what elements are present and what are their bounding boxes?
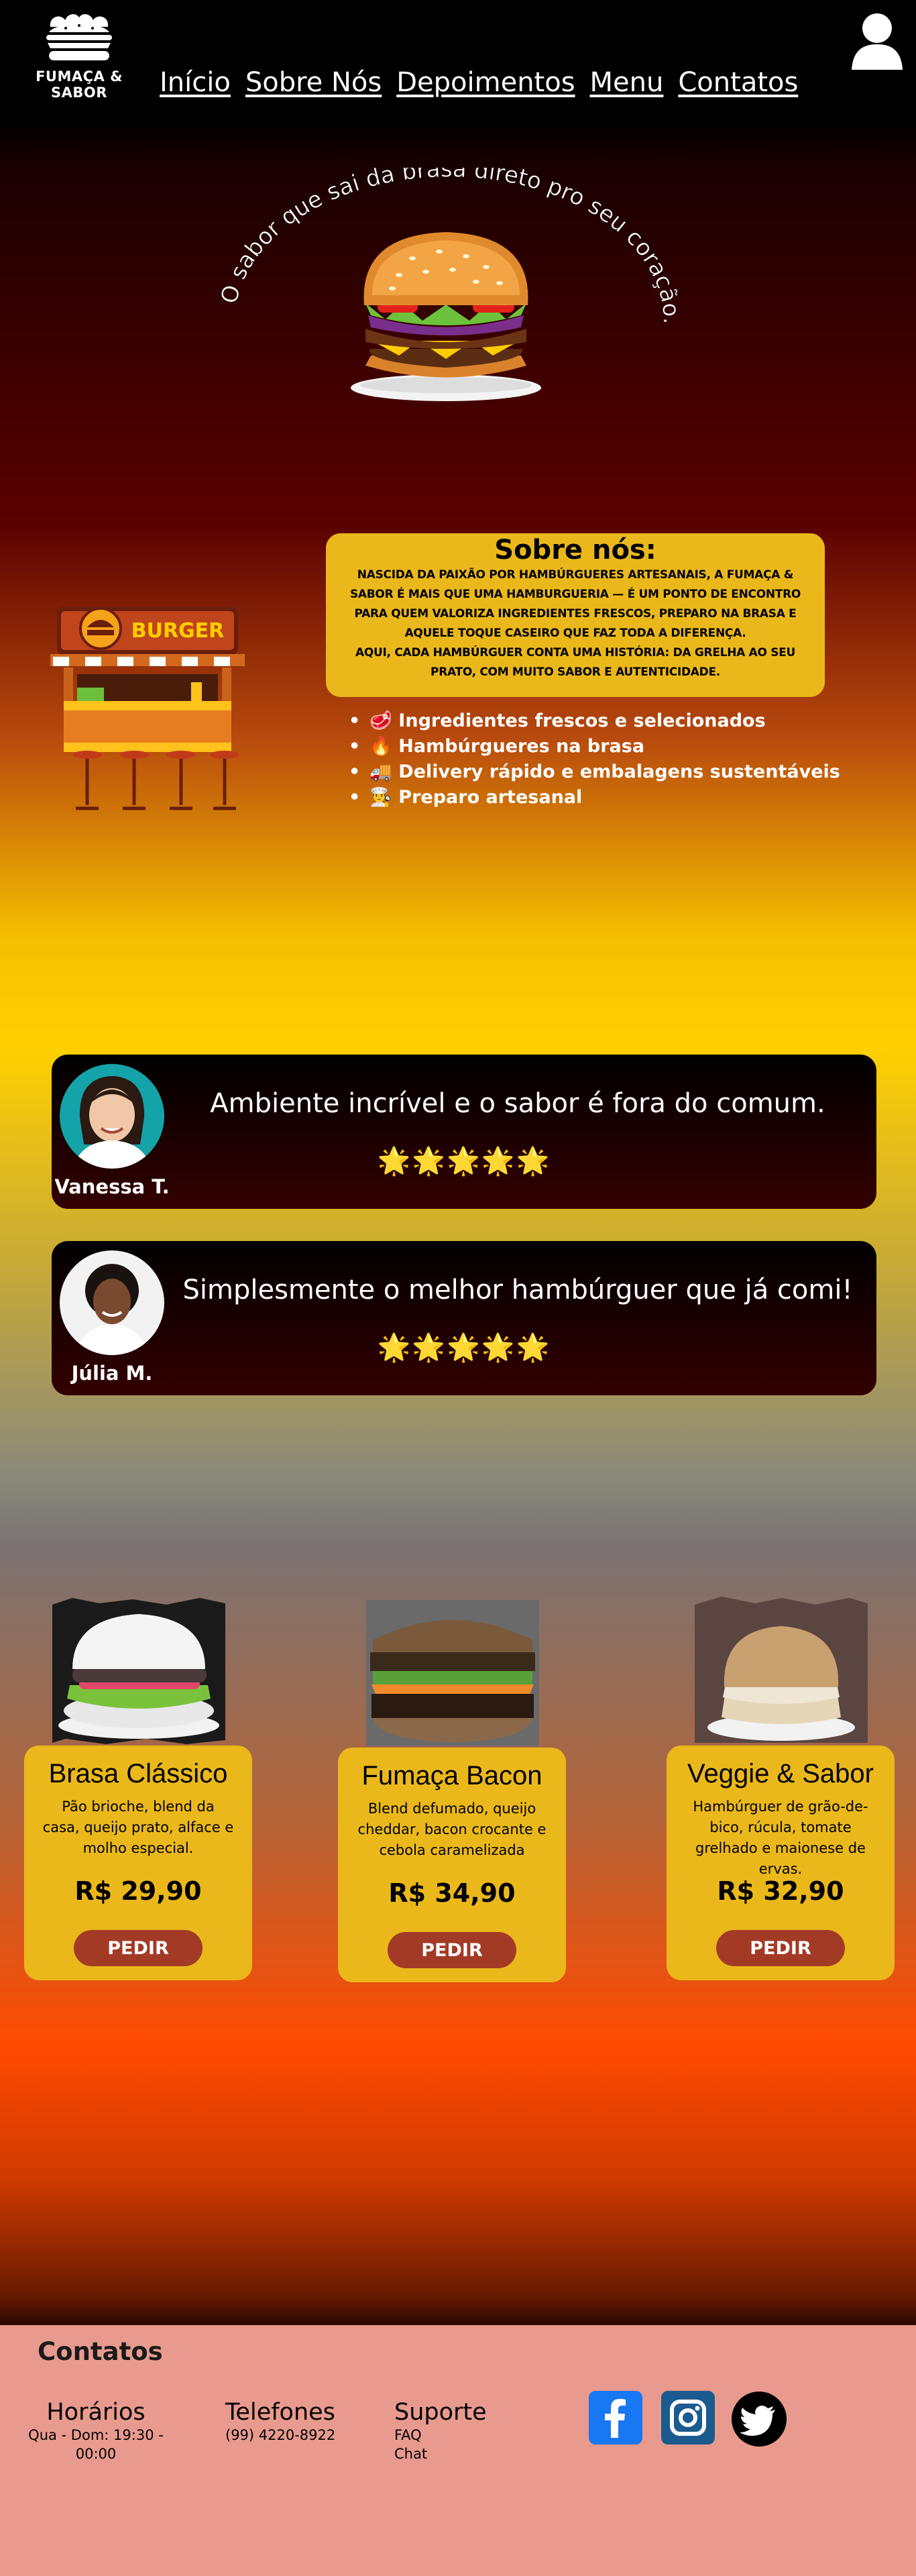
facebook-icon[interactable] — [589, 2391, 642, 2445]
feature-item: 🔥 Hambúrgueres na brasa — [349, 734, 840, 759]
menu-card: Fumaça Bacon Blend defumado, queijo ched… — [338, 1748, 566, 1982]
chat-link[interactable]: Chat — [394, 2445, 487, 2463]
faq-link[interactable]: FAQ — [394, 2426, 487, 2445]
about-paragraph: NASCIDA DA PAIXÃO POR HAMBÚRGUERES ARTES… — [349, 568, 801, 640]
hours-column: Horários Qua - Dom: 19:30 - 00:00 — [19, 2399, 173, 2463]
testimonial-card: Júlia M. Simplesmente o melhor hambúrgue… — [52, 1241, 876, 1395]
hero-section: O sabor que sai da brasa direto pro seu … — [208, 168, 677, 409]
menu-card: Veggie & Sabor Hambúrguer de grão-de-bic… — [667, 1746, 895, 1980]
kiosk-sign: BURGER — [131, 619, 225, 643]
phones-column: Telefones (99) 4220-8922 — [225, 2399, 335, 2445]
site-footer: Contatos Horários Qua - Dom: 19:30 - 00:… — [0, 2325, 916, 2576]
about-title: Sobre nós: — [494, 535, 656, 566]
feature-item: 🥩 Ingredientes frescos e selecionados — [349, 708, 840, 734]
truck-icon: 🚚 — [369, 761, 392, 782]
meat-icon: 🥩 — [369, 710, 392, 731]
menu-item-description: Pão brioche, blend da casa, queijo prato… — [42, 1799, 234, 1856]
burger-kiosk-icon: BURGER — [50, 607, 245, 810]
menu-item-name: Veggie & Sabor — [687, 1759, 874, 1788]
star-rating: 🌟🌟🌟🌟🌟 — [377, 1332, 551, 1363]
features-list: 🥩 Ingredientes frescos e selecionados 🔥 … — [349, 708, 840, 810]
testimonial-author: Vanessa T. — [54, 1175, 170, 1198]
support-heading: Suporte — [394, 2399, 487, 2426]
nav-link-contatos[interactable]: Contatos — [678, 67, 798, 98]
nav-link-sobre-nos[interactable]: Sobre Nós — [245, 67, 382, 98]
phones-heading: Telefones — [225, 2399, 335, 2426]
about-paragraph: AQUI, CADA HAMBÚRGUER CONTA UMA HISTÓRIA… — [355, 646, 795, 679]
burger-photo-icon — [52, 1598, 225, 1744]
support-column: Suporte FAQ Chat — [394, 2399, 487, 2463]
star-rating: 🌟🌟🌟🌟🌟 — [377, 1146, 551, 1177]
burger-logo-icon — [46, 14, 112, 60]
testimonial-quote: Ambiente incrível e o sabor é fora do co… — [210, 1088, 825, 1119]
testimonial-quote: Simplesmente o melhor hambúrguer que já … — [182, 1275, 853, 1305]
feature-item: 👨‍🍳 Preparo artesanal — [349, 785, 840, 810]
menu-item-price: R$ 29,90 — [74, 1876, 202, 1906]
menu-item-description: Hambúrguer de grão-de-bico, rúcula, toma… — [693, 1799, 868, 1877]
twitter-icon[interactable] — [731, 2391, 787, 2447]
nav-link-depoimentos[interactable]: Depoimentos — [396, 67, 575, 98]
menu-item-description: Blend defumado, queijo cheddar, bacon cr… — [357, 1801, 547, 1858]
fire-icon: 🔥 — [369, 736, 392, 757]
menu-item-price: R$ 34,90 — [388, 1878, 516, 1908]
footer-title: Contatos — [38, 2337, 163, 2366]
brand-logo[interactable]: FUMAÇA & SABOR — [19, 12, 139, 101]
order-button[interactable]: PEDIR — [716, 1930, 845, 1966]
about-card: Sobre nós: NASCIDA DA PAIXÃO POR HAMBÚRG… — [326, 533, 825, 697]
nav-link-menu[interactable]: Menu — [590, 67, 664, 98]
menu-item-name: Fumaça Bacon — [361, 1761, 542, 1790]
hours-heading: Horários — [46, 2399, 146, 2426]
phone-number: (99) 4220-8922 — [225, 2427, 336, 2443]
burger-illustration-icon — [351, 232, 541, 401]
user-icon[interactable] — [850, 11, 904, 71]
instagram-icon[interactable] — [661, 2391, 715, 2445]
burger-photo-icon — [366, 1600, 539, 1746]
menu-item-price: R$ 32,90 — [717, 1876, 844, 1906]
main-nav: Início Sobre Nós Depoimentos Menu Contat… — [160, 67, 798, 98]
feature-item: 🚚 Delivery rápido e embalagens sustentáv… — [349, 759, 840, 785]
order-button[interactable]: PEDIR — [388, 1932, 516, 1968]
brand-name: FUMAÇA & SABOR — [36, 68, 123, 101]
testimonial-author: Júlia M. — [71, 1362, 153, 1385]
site-header: FUMAÇA & SABOR Início Sobre Nós Depoimen… — [0, 0, 916, 127]
menu-card: Brasa Clássico Pão brioche, blend da cas… — [24, 1746, 252, 1980]
burger-photo-icon — [695, 1597, 868, 1743]
testimonial-card: Vanessa T. Ambiente incrível e o sabor é… — [52, 1055, 876, 1209]
nav-link-inicio[interactable]: Início — [160, 67, 231, 98]
chef-icon: 👨‍🍳 — [369, 787, 392, 808]
menu-item-name: Brasa Clássico — [48, 1759, 228, 1788]
hours-value: Qua - Dom: 19:30 - 00:00 — [28, 2427, 164, 2462]
order-button[interactable]: PEDIR — [74, 1930, 203, 1966]
